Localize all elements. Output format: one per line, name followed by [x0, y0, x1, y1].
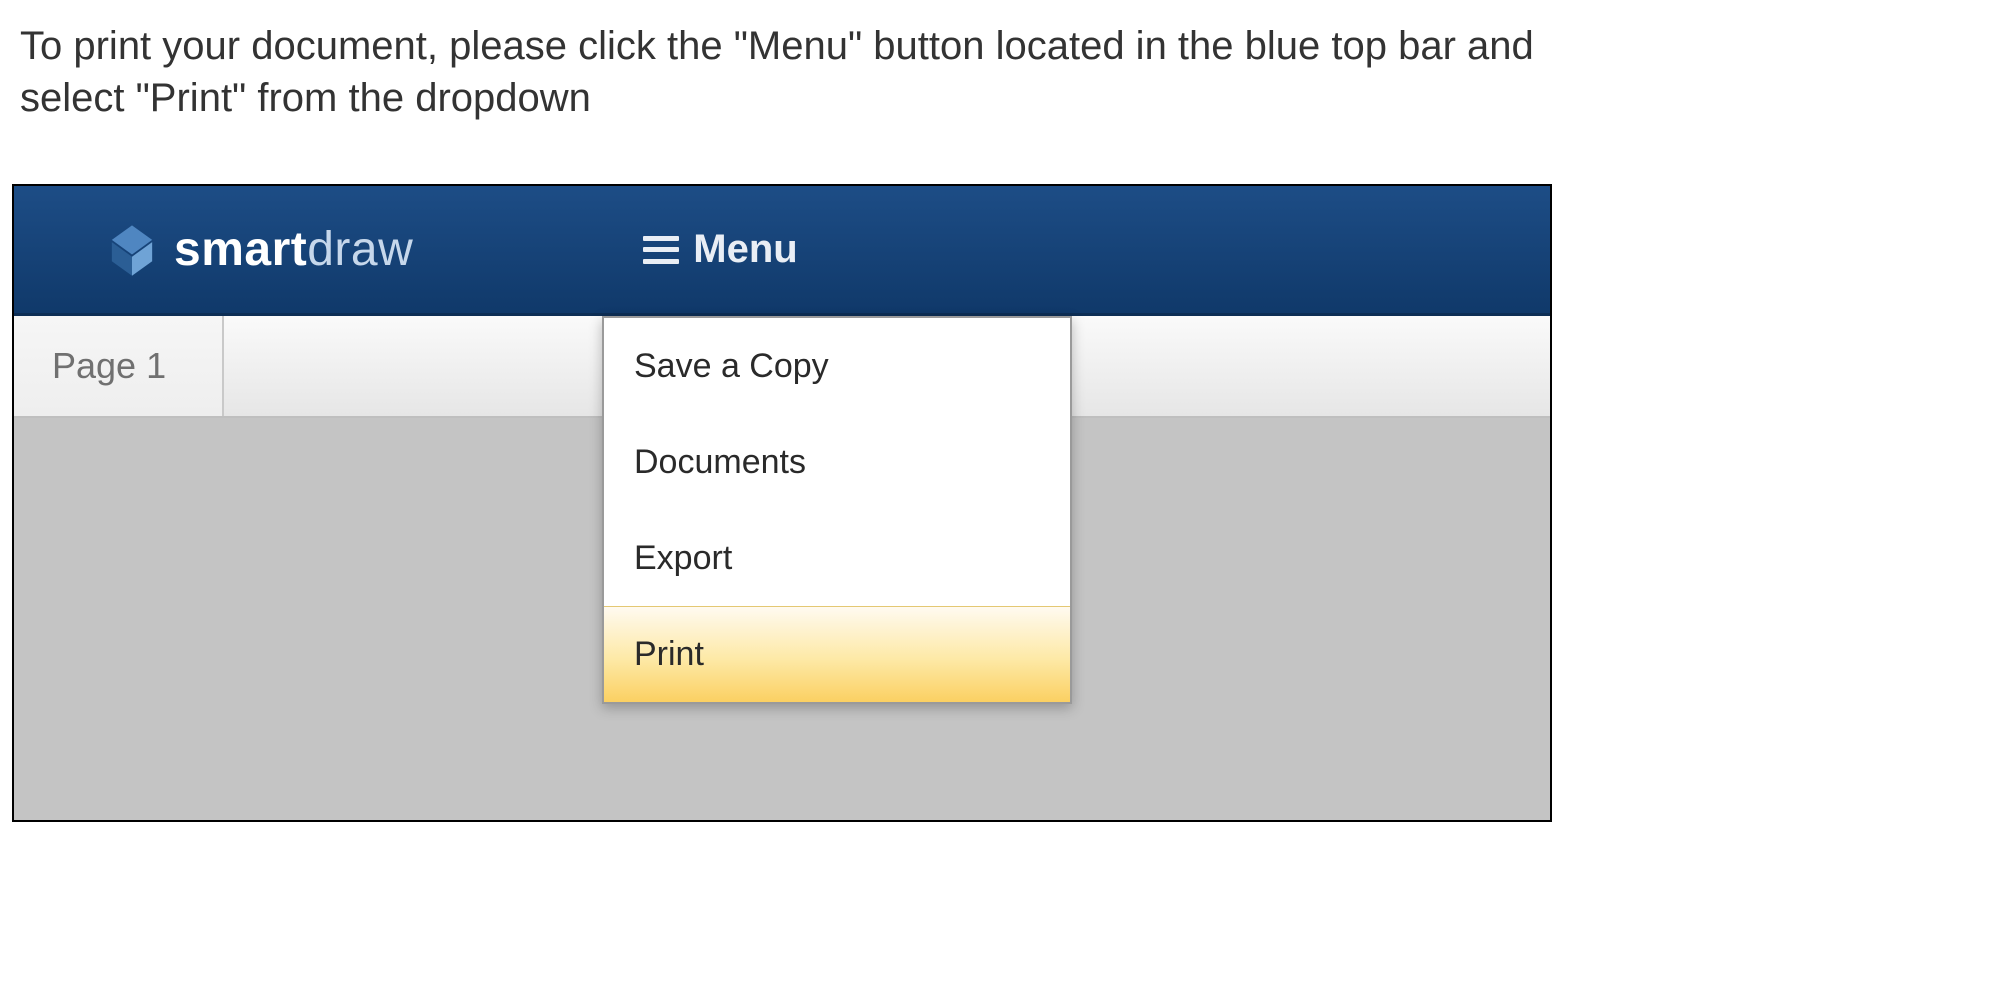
top-bar: smartdraw Menu [14, 186, 1550, 316]
brand-logo: smartdraw [104, 222, 413, 278]
menu-item-documents[interactable]: Documents [604, 414, 1070, 510]
instruction-text: To print your document, please click the… [0, 0, 1560, 124]
page-tab-1[interactable]: Page 1 [14, 316, 224, 416]
menu-item-print[interactable]: Print [604, 606, 1070, 702]
menu-item-save-a-copy[interactable]: Save a Copy [604, 318, 1070, 414]
app-window: smartdraw Menu Page 1 Save a Copy Docume… [12, 184, 1552, 822]
menu-item-export[interactable]: Export [604, 510, 1070, 606]
brand-name-light: draw [307, 223, 413, 276]
brand-name: smartdraw [174, 222, 413, 277]
menu-button[interactable]: Menu [643, 227, 797, 272]
brand-name-bold: smart [174, 223, 307, 276]
hamburger-icon [643, 236, 679, 264]
menu-button-label: Menu [693, 227, 797, 272]
menu-dropdown: Save a Copy Documents Export Print [602, 316, 1072, 704]
smartdraw-logo-icon [104, 222, 160, 278]
